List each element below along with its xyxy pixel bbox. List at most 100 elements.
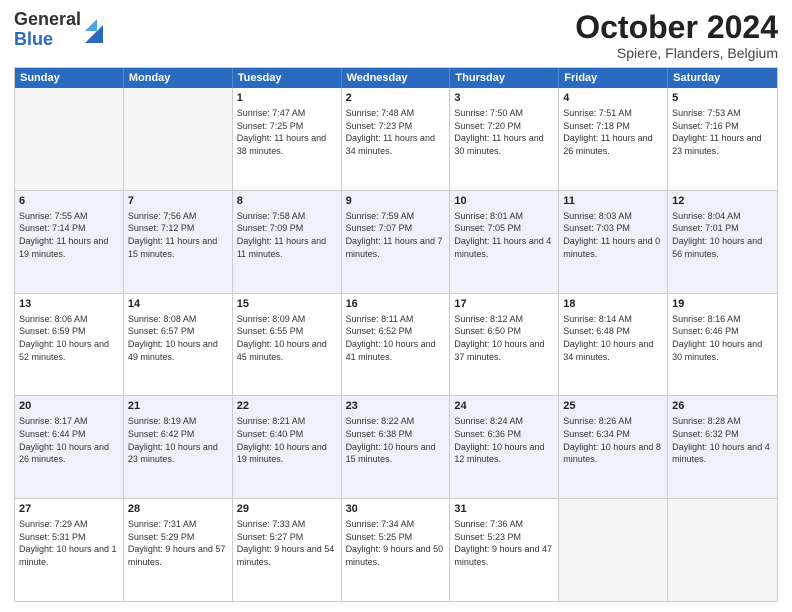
cell-info: Sunrise: 8:28 AM Sunset: 6:32 PM Dayligh… xyxy=(672,416,770,464)
cell-info: Sunrise: 7:48 AM Sunset: 7:23 PM Dayligh… xyxy=(346,108,435,156)
day-number: 8 xyxy=(237,194,337,209)
cell-info: Sunrise: 8:17 AM Sunset: 6:44 PM Dayligh… xyxy=(19,416,109,464)
calendar-cell: 24Sunrise: 8:24 AM Sunset: 6:36 PM Dayli… xyxy=(450,396,559,498)
cell-info: Sunrise: 7:31 AM Sunset: 5:29 PM Dayligh… xyxy=(128,519,226,567)
subtitle: Spiere, Flanders, Belgium xyxy=(575,45,778,61)
day-number: 31 xyxy=(454,502,554,517)
cell-info: Sunrise: 7:58 AM Sunset: 7:09 PM Dayligh… xyxy=(237,211,326,259)
calendar: SundayMondayTuesdayWednesdayThursdayFrid… xyxy=(14,67,778,602)
calendar-cell xyxy=(559,499,668,601)
day-number: 24 xyxy=(454,399,554,414)
calendar-cell: 28 Sunrise: 7:31 AM Sunset: 5:29 PM Dayli… xyxy=(124,499,233,601)
calendar-cell: 20 Sunrise: 8:17 AM Sunset: 6:44 PM Dayli… xyxy=(15,396,124,498)
cell-info: Sunrise: 7:56 AM Sunset: 7:12 PM Dayligh… xyxy=(128,211,217,259)
day-number: 11 xyxy=(563,194,663,209)
day-number: 25 xyxy=(563,399,663,414)
day-number: 27 xyxy=(19,502,119,517)
cell-info: Sunrise: 8:22 AM Sunset: 6:38 PM Dayligh… xyxy=(346,416,436,464)
cell-info: Sunrise: 7:36 AM Sunset: 5:23 PM Dayligh… xyxy=(454,519,552,567)
calendar-day-header: Wednesday xyxy=(342,68,451,88)
cell-info: Sunrise: 8:16 AM Sunset: 6:46 PM Dayligh… xyxy=(672,314,762,362)
day-number: 23 xyxy=(346,399,446,414)
calendar-cell: 15 Sunrise: 8:09 AM Sunset: 6:55 PM Dayli… xyxy=(233,294,342,396)
cell-info: Sunrise: 8:21 AM Sunset: 6:40 PM Dayligh… xyxy=(237,416,327,464)
day-number: 10 xyxy=(454,194,554,209)
day-number: 20 xyxy=(19,399,119,414)
cell-info: Sunrise: 8:08 AM Sunset: 6:57 PM Dayligh… xyxy=(128,314,218,362)
cell-info: Sunrise: 7:50 AM Sunset: 7:20 PM Dayligh… xyxy=(454,108,543,156)
page: General Blue October 2024 Spiere, Flande… xyxy=(0,0,792,612)
day-number: 16 xyxy=(346,297,446,312)
cell-info: Sunrise: 8:19 AM Sunset: 6:42 PM Dayligh… xyxy=(128,416,218,464)
cell-info: Sunrise: 7:33 AM Sunset: 5:27 PM Dayligh… xyxy=(237,519,335,567)
cell-info: Sunrise: 7:53 AM Sunset: 7:16 PM Dayligh… xyxy=(672,108,761,156)
logo: General Blue xyxy=(14,10,105,50)
cell-info: Sunrise: 7:47 AM Sunset: 7:25 PM Dayligh… xyxy=(237,108,326,156)
cell-info: Sunrise: 8:03 AM Sunset: 7:03 PM Dayligh… xyxy=(563,211,660,259)
day-number: 15 xyxy=(237,297,337,312)
cell-info: Sunrise: 7:55 AM Sunset: 7:14 PM Dayligh… xyxy=(19,211,108,259)
calendar-day-header: Sunday xyxy=(15,68,124,88)
day-number: 13 xyxy=(19,297,119,312)
day-number: 26 xyxy=(672,399,773,414)
calendar-cell: 29Sunrise: 7:33 AM Sunset: 5:27 PM Dayli… xyxy=(233,499,342,601)
calendar-cell: 30 Sunrise: 7:34 AM Sunset: 5:25 PM Dayli… xyxy=(342,499,451,601)
day-number: 2 xyxy=(346,91,446,106)
calendar-cell: 8 Sunrise: 7:58 AM Sunset: 7:09 PM Daylig… xyxy=(233,191,342,293)
day-number: 28 xyxy=(128,502,228,517)
cell-info: Sunrise: 7:34 AM Sunset: 5:25 PM Dayligh… xyxy=(346,519,444,567)
calendar-cell: 2 Sunrise: 7:48 AM Sunset: 7:23 PM Daylig… xyxy=(342,88,451,190)
cell-info: Sunrise: 7:51 AM Sunset: 7:18 PM Dayligh… xyxy=(563,108,652,156)
calendar-row: 13Sunrise: 8:06 AM Sunset: 6:59 PM Dayli… xyxy=(15,293,777,396)
cell-info: Sunrise: 7:29 AM Sunset: 5:31 PM Dayligh… xyxy=(19,519,117,567)
day-number: 4 xyxy=(563,91,663,106)
calendar-cell: 14Sunrise: 8:08 AM Sunset: 6:57 PM Dayli… xyxy=(124,294,233,396)
calendar-cell xyxy=(124,88,233,190)
calendar-cell: 6Sunrise: 7:55 AM Sunset: 7:14 PM Daylig… xyxy=(15,191,124,293)
calendar-cell: 3Sunrise: 7:50 AM Sunset: 7:20 PM Daylig… xyxy=(450,88,559,190)
logo-icon xyxy=(83,15,105,45)
day-number: 19 xyxy=(672,297,773,312)
calendar-day-header: Friday xyxy=(559,68,668,88)
calendar-cell: 22 Sunrise: 8:21 AM Sunset: 6:40 PM Dayli… xyxy=(233,396,342,498)
calendar-header: SundayMondayTuesdayWednesdayThursdayFrid… xyxy=(15,68,777,88)
cell-info: Sunrise: 8:12 AM Sunset: 6:50 PM Dayligh… xyxy=(454,314,544,362)
calendar-cell: 1Sunrise: 7:47 AM Sunset: 7:25 PM Daylig… xyxy=(233,88,342,190)
cell-info: Sunrise: 8:09 AM Sunset: 6:55 PM Dayligh… xyxy=(237,314,327,362)
calendar-body: 1Sunrise: 7:47 AM Sunset: 7:25 PM Daylig… xyxy=(15,88,777,601)
calendar-day-header: Monday xyxy=(124,68,233,88)
cell-info: Sunrise: 8:04 AM Sunset: 7:01 PM Dayligh… xyxy=(672,211,762,259)
day-number: 5 xyxy=(672,91,773,106)
logo-general: General xyxy=(14,10,81,30)
calendar-cell: 18Sunrise: 8:14 AM Sunset: 6:48 PM Dayli… xyxy=(559,294,668,396)
calendar-cell: 23 Sunrise: 8:22 AM Sunset: 6:38 PM Dayli… xyxy=(342,396,451,498)
day-number: 9 xyxy=(346,194,446,209)
calendar-day-header: Saturday xyxy=(668,68,777,88)
calendar-cell: 21Sunrise: 8:19 AM Sunset: 6:42 PM Dayli… xyxy=(124,396,233,498)
logo-text: General Blue xyxy=(14,10,81,50)
calendar-cell: 16 Sunrise: 8:11 AM Sunset: 6:52 PM Dayli… xyxy=(342,294,451,396)
cell-info: Sunrise: 8:14 AM Sunset: 6:48 PM Dayligh… xyxy=(563,314,653,362)
calendar-cell xyxy=(15,88,124,190)
calendar-row: 1Sunrise: 7:47 AM Sunset: 7:25 PM Daylig… xyxy=(15,88,777,190)
calendar-cell: 31 Sunrise: 7:36 AM Sunset: 5:23 PM Dayli… xyxy=(450,499,559,601)
day-number: 22 xyxy=(237,399,337,414)
calendar-cell: 7Sunrise: 7:56 AM Sunset: 7:12 PM Daylig… xyxy=(124,191,233,293)
calendar-cell: 25 Sunrise: 8:26 AM Sunset: 6:34 PM Dayli… xyxy=(559,396,668,498)
day-number: 30 xyxy=(346,502,446,517)
cell-info: Sunrise: 8:01 AM Sunset: 7:05 PM Dayligh… xyxy=(454,211,551,259)
calendar-cell: 11 Sunrise: 8:03 AM Sunset: 7:03 PM Dayli… xyxy=(559,191,668,293)
calendar-cell: 12Sunrise: 8:04 AM Sunset: 7:01 PM Dayli… xyxy=(668,191,777,293)
calendar-cell: 4 Sunrise: 7:51 AM Sunset: 7:18 PM Daylig… xyxy=(559,88,668,190)
calendar-cell: 19 Sunrise: 8:16 AM Sunset: 6:46 PM Dayli… xyxy=(668,294,777,396)
title-block: October 2024 Spiere, Flanders, Belgium xyxy=(575,10,778,61)
cell-info: Sunrise: 8:26 AM Sunset: 6:34 PM Dayligh… xyxy=(563,416,661,464)
calendar-cell: 9Sunrise: 7:59 AM Sunset: 7:07 PM Daylig… xyxy=(342,191,451,293)
calendar-cell: 27 Sunrise: 7:29 AM Sunset: 5:31 PM Dayli… xyxy=(15,499,124,601)
calendar-day-header: Tuesday xyxy=(233,68,342,88)
header: General Blue October 2024 Spiere, Flande… xyxy=(14,10,778,61)
calendar-cell: 26 Sunrise: 8:28 AM Sunset: 6:32 PM Dayli… xyxy=(668,396,777,498)
calendar-row: 6Sunrise: 7:55 AM Sunset: 7:14 PM Daylig… xyxy=(15,190,777,293)
month-title: October 2024 xyxy=(575,10,778,45)
cell-info: Sunrise: 8:11 AM Sunset: 6:52 PM Dayligh… xyxy=(346,314,436,362)
